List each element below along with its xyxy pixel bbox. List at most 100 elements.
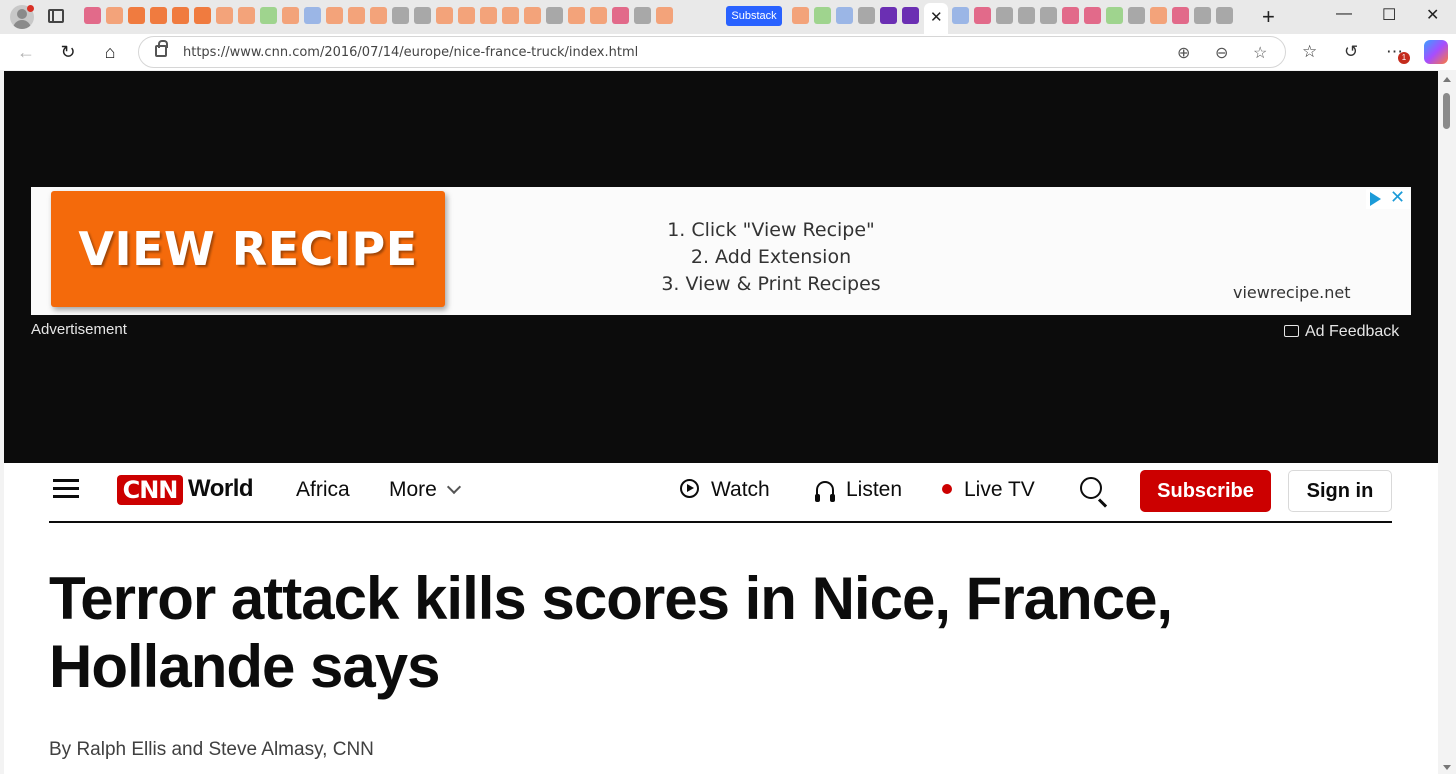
new-tab-button[interactable]: +: [1262, 4, 1275, 30]
more-page-icon[interactable]: ⊖: [1215, 43, 1228, 63]
pinned-tabs-left: [84, 7, 673, 27]
tab-favicon[interactable]: [128, 7, 145, 24]
nav-watch[interactable]: Watch: [680, 478, 770, 502]
ad-feedback-label: Ad Feedback: [1305, 323, 1400, 340]
active-tab[interactable]: ✕: [924, 3, 948, 34]
tab-favicon[interactable]: [1172, 7, 1189, 24]
tab-favicon[interactable]: [1194, 7, 1211, 24]
pinned-tabs-right: [952, 7, 1233, 27]
copilot-icon[interactable]: [1424, 40, 1448, 64]
tab-favicon[interactable]: [480, 7, 497, 24]
tab-favicon[interactable]: [216, 7, 233, 24]
tab-favicon[interactable]: [326, 7, 343, 24]
nav-listen[interactable]: Listen: [815, 478, 902, 502]
url-text[interactable]: https://www.cnn.com/2016/07/14/europe/ni…: [183, 45, 638, 60]
tab-favicon[interactable]: [1150, 7, 1167, 24]
ad-domain: viewrecipe.net: [1233, 283, 1351, 302]
tab-favicon[interactable]: [590, 7, 607, 24]
minimize-button[interactable]: —: [1336, 5, 1352, 23]
tab-favicon[interactable]: [1216, 7, 1233, 24]
tab-favicon[interactable]: [348, 7, 365, 24]
tab-favicon[interactable]: [436, 7, 453, 24]
tab-favicon[interactable]: [194, 7, 211, 24]
history-icon[interactable]: ↺: [1344, 42, 1358, 62]
subscribe-button[interactable]: Subscribe: [1140, 470, 1271, 512]
notification-badge: 1: [1398, 52, 1410, 64]
tab-favicon[interactable]: [974, 7, 991, 24]
page-viewport: VIEW RECIPE 1. Click "View Recipe" 2. Ad…: [4, 71, 1438, 774]
tab-favicon[interactable]: [1084, 7, 1101, 24]
favorites-icon[interactable]: ☆: [1302, 42, 1317, 62]
lock-icon[interactable]: [155, 40, 168, 57]
scroll-up-icon[interactable]: [1443, 77, 1451, 82]
home-icon[interactable]: ⌂: [98, 40, 122, 64]
nav-more[interactable]: More: [389, 478, 461, 502]
nav-watch-label: Watch: [711, 478, 770, 501]
scroll-down-icon[interactable]: [1443, 765, 1451, 770]
adchoices-icon[interactable]: ✕: [1366, 187, 1410, 209]
close-window-button[interactable]: ✕: [1426, 5, 1439, 25]
tab-favicon[interactable]: [370, 7, 387, 24]
tab-favicon[interactable]: [836, 7, 853, 24]
page-scrollbar[interactable]: [1438, 71, 1456, 774]
scroll-thumb[interactable]: [1443, 93, 1450, 129]
tab-favicon[interactable]: [814, 7, 831, 24]
ad-close-icon[interactable]: ✕: [1390, 187, 1405, 208]
tab-favicon[interactable]: [1128, 7, 1145, 24]
tab-favicon[interactable]: [150, 7, 167, 24]
tab-favicon[interactable]: [902, 7, 919, 24]
sign-in-button[interactable]: Sign in: [1288, 470, 1392, 512]
nav-live-tv-label: Live TV: [964, 478, 1035, 501]
pinned-tabs-middle: [792, 7, 919, 27]
tab-favicon[interactable]: [172, 7, 189, 24]
tab-favicon[interactable]: [282, 7, 299, 24]
article-headline: Terror attack kills scores in Nice, Fran…: [49, 565, 1173, 700]
back-icon[interactable]: ←: [14, 40, 38, 64]
ad-banner[interactable]: VIEW RECIPE 1. Click "View Recipe" 2. Ad…: [31, 187, 1411, 315]
tab-favicon[interactable]: [392, 7, 409, 24]
tab-favicon[interactable]: [792, 7, 809, 24]
tab-favicon[interactable]: [238, 7, 255, 24]
ad-view-recipe-button[interactable]: VIEW RECIPE: [51, 191, 445, 307]
tab-favicon[interactable]: [458, 7, 475, 24]
tab-favicon[interactable]: [612, 7, 629, 24]
chevron-down-icon: [446, 479, 461, 495]
adchoices-triangle-icon[interactable]: [1370, 192, 1381, 206]
close-tab-icon[interactable]: ✕: [930, 8, 943, 26]
tab-favicon[interactable]: [260, 7, 277, 24]
tab-favicon[interactable]: [634, 7, 651, 24]
tab-favicon[interactable]: [1106, 7, 1123, 24]
menu-icon[interactable]: [53, 479, 79, 499]
cnn-logo[interactable]: CNN: [117, 475, 183, 505]
tab-favicon[interactable]: [880, 7, 897, 24]
tab-substack[interactable]: Substack: [726, 6, 782, 26]
ad-feedback-link[interactable]: Ad Feedback: [1284, 323, 1399, 341]
tab-favicon[interactable]: [414, 7, 431, 24]
tab-favicon[interactable]: [1062, 7, 1079, 24]
tab-favicon[interactable]: [524, 7, 541, 24]
zoom-icon[interactable]: ⊕: [1177, 43, 1190, 63]
address-bar[interactable]: https://www.cnn.com/2016/07/14/europe/ni…: [138, 36, 1286, 68]
tab-favicon[interactable]: [106, 7, 123, 24]
tab-favicon[interactable]: [84, 7, 101, 24]
cnn-header: CNN World Africa More Watch Listen Live …: [49, 463, 1392, 523]
tab-actions-icon[interactable]: [48, 9, 64, 23]
tab-favicon[interactable]: [656, 7, 673, 24]
maximize-button[interactable]: ☐: [1382, 5, 1396, 25]
tab-favicon[interactable]: [952, 7, 969, 24]
nav-live-tv[interactable]: Live TV: [942, 478, 1035, 502]
tab-favicon[interactable]: [996, 7, 1013, 24]
tab-favicon[interactable]: [568, 7, 585, 24]
tab-favicon[interactable]: [1018, 7, 1035, 24]
tab-favicon[interactable]: [502, 7, 519, 24]
search-icon[interactable]: [1080, 477, 1102, 499]
nav-africa[interactable]: Africa: [296, 478, 350, 502]
favorite-star-icon[interactable]: ☆: [1253, 43, 1267, 63]
section-title[interactable]: World: [188, 475, 254, 503]
tab-favicon[interactable]: [546, 7, 563, 24]
tab-favicon[interactable]: [304, 7, 321, 24]
ad-zone: VIEW RECIPE 1. Click "View Recipe" 2. Ad…: [4, 71, 1438, 463]
tab-favicon[interactable]: [858, 7, 875, 24]
refresh-icon[interactable]: ↻: [56, 40, 80, 64]
tab-favicon[interactable]: [1040, 7, 1057, 24]
